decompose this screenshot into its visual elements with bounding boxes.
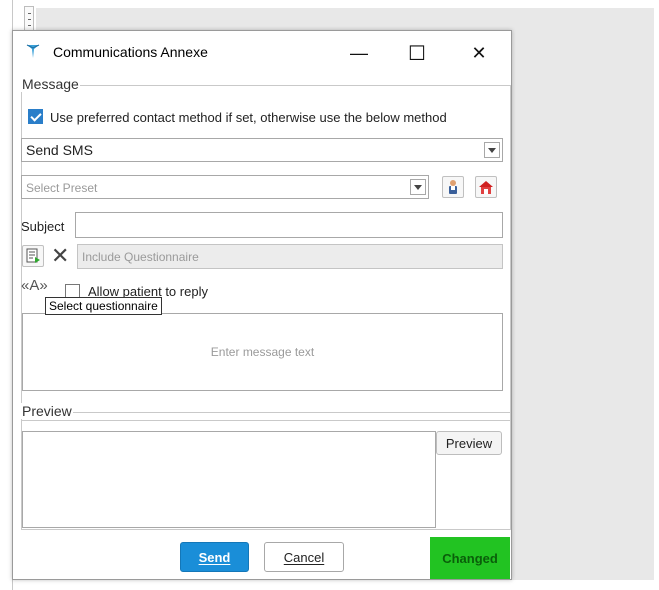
- message-text-placeholder: Enter message text: [210, 345, 315, 359]
- select-questionnaire-tooltip: Select questionnaire: [45, 297, 162, 315]
- cancel-button[interactable]: Cancel: [264, 542, 344, 572]
- subject-label: Subject: [21, 219, 65, 234]
- person-preset-button[interactable]: [442, 176, 464, 198]
- send-method-select[interactable]: Send SMS: [21, 138, 503, 162]
- send-button[interactable]: Send: [180, 542, 249, 572]
- close-button[interactable]: ✕: [459, 39, 499, 67]
- practice-preset-button[interactable]: [475, 176, 497, 198]
- questionnaire-icon: [26, 248, 40, 263]
- background-scroll-indicator: [24, 6, 34, 32]
- status-badge: Changed: [430, 537, 510, 579]
- clear-questionnaire-icon[interactable]: ✕: [51, 243, 69, 269]
- person-icon: [449, 180, 457, 194]
- chevron-down-icon[interactable]: [410, 179, 426, 195]
- cancel-button-label: Cancel: [283, 549, 325, 565]
- chevron-down-icon[interactable]: [484, 142, 500, 158]
- questionnaire-input: Include Questionnaire: [77, 244, 503, 269]
- insert-field-icon[interactable]: «A»: [21, 277, 48, 294]
- house-icon: [479, 181, 493, 194]
- minimize-icon: —: [350, 42, 368, 63]
- send-button-label: Send: [198, 549, 231, 565]
- questionnaire-placeholder: Include Questionnaire: [82, 250, 199, 264]
- title-bar: Communications Annexe — ☐ ✕: [13, 31, 511, 73]
- preset-select[interactable]: Select Preset: [21, 175, 429, 199]
- maximize-button[interactable]: ☐: [397, 39, 437, 67]
- select-questionnaire-button[interactable]: [22, 245, 44, 267]
- preferred-contact-label: Use preferred contact method if set, oth…: [50, 110, 447, 125]
- message-text-area[interactable]: Enter message text: [22, 313, 503, 391]
- app-logo-icon: [26, 44, 40, 58]
- send-method-value: Send SMS: [26, 142, 93, 158]
- preset-placeholder: Select Preset: [26, 181, 98, 195]
- minimize-button[interactable]: —: [339, 39, 379, 67]
- preview-text-area: [22, 431, 436, 528]
- message-group-label: Message: [21, 76, 80, 92]
- preferred-contact-checkbox[interactable]: [28, 109, 43, 124]
- maximize-icon: ☐: [408, 42, 426, 65]
- window-title: Communications Annexe: [53, 44, 208, 60]
- preview-group-label: Preview: [21, 403, 73, 419]
- background-left-panel: [0, 0, 12, 590]
- preview-button[interactable]: Preview: [436, 431, 502, 455]
- subject-input[interactable]: [75, 212, 503, 238]
- close-icon: ✕: [471, 42, 487, 63]
